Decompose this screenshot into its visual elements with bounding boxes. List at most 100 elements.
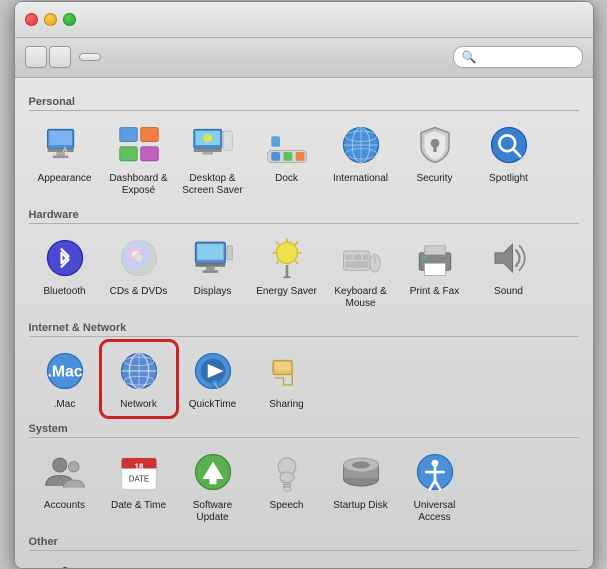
appearance-icon: A (41, 121, 89, 169)
icon-item-quicktime[interactable]: QuickTime (177, 343, 249, 415)
icon-item-sophos[interactable]: SSophos Anti-Virus (29, 557, 101, 568)
print-fax-icon (411, 234, 459, 282)
icon-item-international[interactable]: International (325, 117, 397, 201)
icon-item-desktop[interactable]: Desktop & Screen Saver (177, 117, 249, 201)
icon-item-speech[interactable]: Speech (251, 444, 323, 528)
section-grid-internet-network: .Mac .Mac Network QuickTime Sharing (29, 343, 579, 415)
icon-label-sharing: Sharing (269, 399, 303, 411)
minimize-button[interactable] (44, 13, 57, 26)
icon-label-startup-disk: Startup Disk (333, 500, 387, 512)
svg-text:18: 18 (134, 462, 143, 471)
dashboard-icon (115, 121, 163, 169)
icon-label-international: International (333, 173, 388, 185)
icon-label-date-time: Date & Time (111, 500, 166, 512)
system-preferences-window: 🔍 Personal A Appearance Dashboard & Exposé… (14, 1, 594, 569)
traffic-lights (25, 13, 76, 26)
icon-label-accounts: Accounts (44, 500, 85, 512)
nav-buttons (25, 46, 71, 68)
icon-item-security[interactable]: Security (399, 117, 471, 201)
search-box[interactable]: 🔍 (453, 46, 583, 68)
svg-text:DATE: DATE (128, 474, 148, 483)
icon-item-mac[interactable]: .Mac .Mac (29, 343, 101, 415)
icon-item-sharing[interactable]: Sharing (251, 343, 323, 415)
icon-label-desktop: Desktop & Screen Saver (179, 173, 247, 197)
show-all-button[interactable] (79, 53, 101, 61)
icon-label-dock: Dock (275, 173, 298, 185)
keyboard-mouse-icon (337, 234, 385, 282)
forward-button[interactable] (49, 46, 71, 68)
maximize-button[interactable] (63, 13, 76, 26)
sound-icon (485, 234, 533, 282)
section-grid-other: SSophos Anti-Virus (29, 557, 579, 568)
icon-label-sound: Sound (494, 286, 523, 298)
icon-item-energy-saver[interactable]: Energy Saver (251, 230, 323, 314)
icon-label-quicktime: QuickTime (189, 399, 236, 411)
network-icon (115, 347, 163, 395)
icon-item-dock[interactable]: Dock (251, 117, 323, 201)
icon-label-dashboard: Dashboard & Exposé (105, 173, 173, 197)
section-header-internet-network: Internet & Network (29, 322, 579, 337)
back-button[interactable] (25, 46, 47, 68)
icon-label-displays: Displays (194, 286, 232, 298)
search-input[interactable] (480, 50, 573, 64)
icon-item-network[interactable]: Network (103, 343, 175, 415)
search-icon: 🔍 (462, 50, 477, 64)
icon-label-software-update: Software Update (179, 500, 247, 524)
close-button[interactable] (25, 13, 38, 26)
section-header-hardware: Hardware (29, 209, 579, 224)
icon-item-sound[interactable]: Sound (473, 230, 545, 314)
bluetooth-icon (41, 234, 89, 282)
sophos-icon: S (41, 561, 89, 568)
svg-text:A: A (62, 147, 67, 154)
section-grid-system: Accounts 18 DATE Date & Time Software Update… (29, 444, 579, 528)
icon-item-displays[interactable]: Displays (177, 230, 249, 314)
section-grid-personal: A Appearance Dashboard & ExposéDesktop & S… (29, 117, 579, 201)
icon-label-mac: .Mac (54, 399, 76, 411)
icon-label-cds-dvds: CDs & DVDs (110, 286, 168, 298)
date-time-icon: 18 DATE (115, 448, 163, 496)
icon-item-software-update[interactable]: Software Update (177, 444, 249, 528)
toolbar: 🔍 (15, 38, 593, 78)
icon-item-date-time[interactable]: 18 DATE Date & Time (103, 444, 175, 528)
section-header-other: Other (29, 536, 579, 551)
icon-label-keyboard-mouse: Keyboard & Mouse (327, 286, 395, 310)
accounts-icon (41, 448, 89, 496)
icon-label-energy-saver: Energy Saver (256, 286, 317, 298)
icon-item-spotlight[interactable]: Spotlight (473, 117, 545, 201)
icon-item-accounts[interactable]: Accounts (29, 444, 101, 528)
quicktime-icon (189, 347, 237, 395)
icon-item-bluetooth[interactable]: Bluetooth (29, 230, 101, 314)
content-area: Personal A Appearance Dashboard & ExposéDe… (15, 78, 593, 568)
dock-icon (263, 121, 311, 169)
section-header-system: System (29, 423, 579, 438)
titlebar (15, 2, 593, 38)
icon-label-print-fax: Print & Fax (410, 286, 459, 298)
icon-label-network: Network (120, 399, 157, 411)
startup-disk-icon (337, 448, 385, 496)
section-grid-hardware: Bluetooth CDs & DVDs Displays Energy Saver K… (29, 230, 579, 314)
icon-item-keyboard-mouse[interactable]: Keyboard & Mouse (325, 230, 397, 314)
icon-label-universal-access: Universal Access (401, 500, 469, 524)
icon-item-startup-disk[interactable]: Startup Disk (325, 444, 397, 528)
icon-item-universal-access[interactable]: Universal Access (399, 444, 471, 528)
section-header-personal: Personal (29, 96, 579, 111)
icon-item-print-fax[interactable]: Print & Fax (399, 230, 471, 314)
cds-dvds-icon (115, 234, 163, 282)
mac-icon: .Mac (41, 347, 89, 395)
icon-label-bluetooth: Bluetooth (43, 286, 85, 298)
energy-saver-icon (263, 234, 311, 282)
icon-label-spotlight: Spotlight (489, 173, 528, 185)
svg-text:.Mac: .Mac (47, 363, 82, 380)
icon-label-appearance: Appearance (38, 173, 92, 185)
icon-item-appearance[interactable]: A Appearance (29, 117, 101, 201)
displays-icon (189, 234, 237, 282)
software-update-icon (189, 448, 237, 496)
icon-label-security: Security (416, 173, 452, 185)
security-icon (411, 121, 459, 169)
sharing-icon (263, 347, 311, 395)
icon-item-dashboard[interactable]: Dashboard & Exposé (103, 117, 175, 201)
icon-item-cds-dvds[interactable]: CDs & DVDs (103, 230, 175, 314)
universal-access-icon (411, 448, 459, 496)
speech-icon (263, 448, 311, 496)
spotlight-icon (485, 121, 533, 169)
